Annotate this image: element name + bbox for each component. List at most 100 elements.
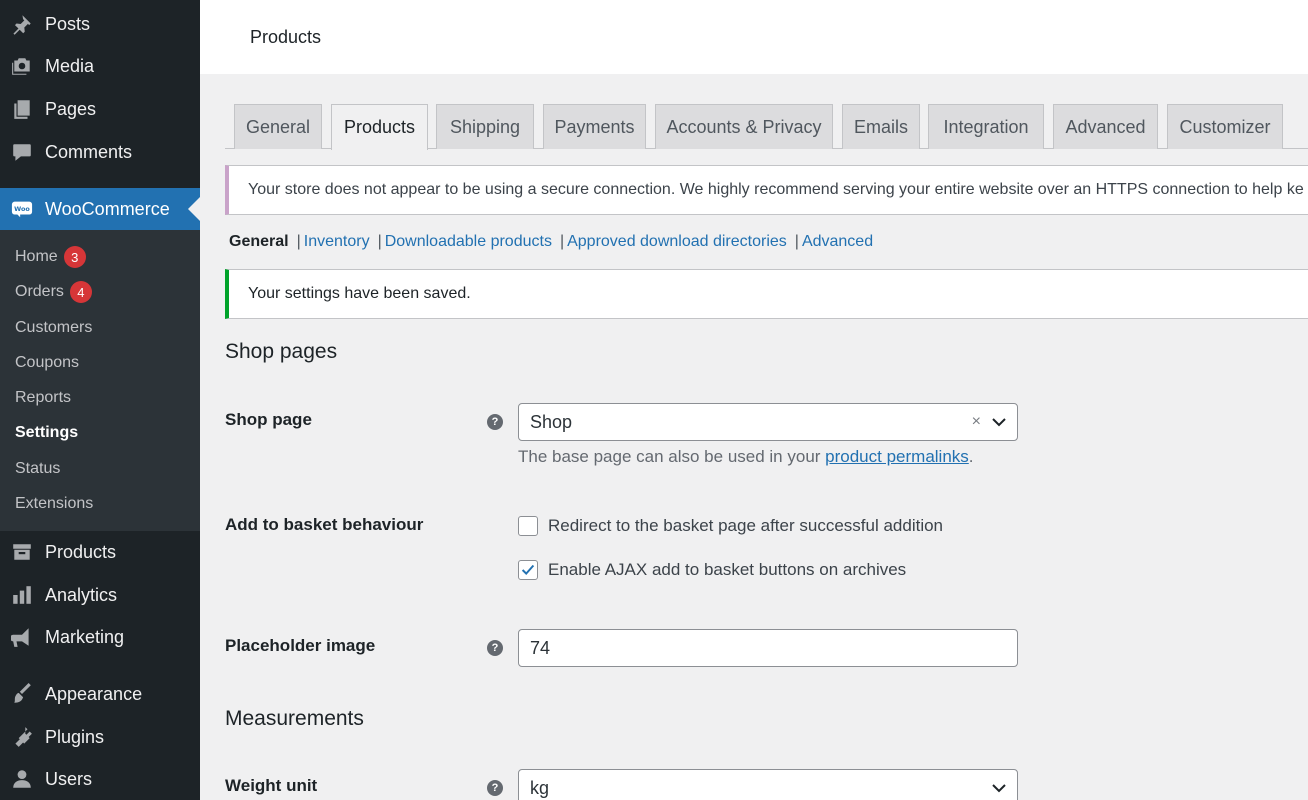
weight-unit-select[interactable]: kg (518, 769, 1018, 800)
submenu-status[interactable]: Status (15, 454, 60, 484)
home-count-badge: 3 (63, 246, 86, 268)
shop-page-select[interactable]: Shop × (518, 403, 1018, 441)
tab-advanced[interactable]: Advanced (1053, 104, 1158, 149)
https-warning-notice: Your store does not appear to be using a… (225, 165, 1308, 215)
help-icon[interactable]: ? (487, 640, 503, 656)
checkbox-label: Enable AJAX add to basket buttons on arc… (548, 560, 907, 579)
submenu-reports[interactable]: Reports (15, 383, 71, 413)
menu-label: Products (45, 541, 117, 562)
notice-text: Your store does not appear to be using a… (248, 181, 1304, 198)
menu-comments[interactable]: Comments (0, 131, 200, 173)
submenu-label: Reports (15, 389, 72, 406)
current-menu-arrow (188, 197, 200, 221)
placeholder-image-input[interactable] (518, 629, 1018, 667)
subnav-separator: | (377, 233, 382, 250)
subnav-advanced[interactable]: Advanced (802, 233, 873, 251)
tab-shipping[interactable]: Shipping (436, 104, 534, 149)
placeholder-image-label: Placeholder image (225, 636, 376, 655)
subnav-approved-download-directories[interactable]: Approved download directories (567, 233, 787, 251)
menu-label: Comments (45, 141, 133, 162)
submenu-label: Home (15, 248, 58, 265)
menu-marketing[interactable]: Marketing (0, 616, 200, 658)
tab-accounts-privacy[interactable]: Accounts & Privacy (655, 104, 833, 149)
orders-count-badge: 4 (69, 281, 92, 303)
tab-general[interactable]: General (234, 104, 322, 149)
product-permalinks-link[interactable]: product permalinks (825, 447, 969, 466)
user-icon (10, 767, 34, 791)
pages-icon (10, 97, 34, 121)
menu-label: Media (45, 55, 95, 76)
woo-icon: Woo (10, 197, 34, 221)
submenu-label: Customers (15, 319, 93, 336)
submenu-home[interactable]: Home 3 (15, 242, 86, 272)
settings-saved-notice: Your settings have been saved. (225, 269, 1308, 319)
ajax-basket-option[interactable]: Enable AJAX add to basket buttons on arc… (518, 559, 906, 581)
basket-behaviour-label: Add to basket behaviour (225, 515, 424, 534)
submenu-coupons[interactable]: Coupons (15, 348, 79, 378)
tab-emails[interactable]: Emails (842, 104, 920, 149)
tab-products[interactable]: Products (331, 104, 428, 150)
subnav-general[interactable]: General (229, 233, 289, 251)
admin-sidebar: Posts Media Pages Comments Woo WooCommer… (0, 0, 200, 800)
media-icon (10, 54, 34, 78)
menu-label: Pages (45, 98, 97, 119)
submenu-orders[interactable]: Orders 4 (15, 277, 92, 307)
desc-text: . (968, 447, 974, 466)
notice-text: Your settings have been saved. (248, 285, 471, 302)
menu-users[interactable]: Users (0, 758, 200, 800)
submenu-customers[interactable]: Customers (15, 313, 92, 343)
submenu-settings[interactable]: Settings (15, 418, 78, 448)
menu-label: WooCommerce (45, 198, 170, 219)
submenu-label: Settings (15, 424, 79, 441)
page-title: Products (250, 27, 322, 47)
section-subnav: General | Inventory | Downloadable produ… (229, 231, 873, 253)
settings-tabs: General Products Shipping Payments Accou… (225, 104, 1308, 150)
chevron-down-icon (992, 418, 1006, 427)
shop-page-label: Shop page (225, 410, 312, 429)
desc-text: The base page can also be used in your (518, 447, 826, 466)
menu-products[interactable]: Products (0, 531, 200, 573)
page-header: Products (200, 0, 1308, 74)
menu-plugins[interactable]: Plugins (0, 716, 200, 758)
clear-icon[interactable]: × (972, 413, 981, 431)
select-value: Shop (530, 411, 573, 432)
help-icon[interactable]: ? (487, 780, 503, 796)
menu-woocommerce[interactable]: Woo WooCommerce (0, 188, 200, 230)
checkmark-icon (521, 564, 535, 576)
tab-customizer[interactable]: Customizer (1167, 104, 1283, 149)
menu-label: Users (45, 768, 93, 789)
menu-media[interactable]: Media (0, 45, 200, 87)
redirect-basket-checkbox[interactable] (518, 516, 538, 536)
submenu-label: Extensions (15, 495, 94, 512)
select-value: kg (530, 777, 550, 798)
tab-payments[interactable]: Payments (543, 104, 646, 149)
section-heading-shop-pages: Shop pages (225, 340, 338, 363)
help-icon[interactable]: ? (487, 414, 503, 430)
subnav-separator: | (559, 233, 565, 250)
comment-icon (10, 140, 34, 164)
checkbox-label: Redirect to the basket page after succes… (548, 516, 944, 535)
subnav-separator: | (794, 233, 799, 250)
menu-label: Analytics (45, 584, 118, 605)
menu-pages[interactable]: Pages (0, 88, 200, 130)
tab-integration[interactable]: Integration (928, 104, 1044, 149)
woocommerce-submenu: Home 3 Orders 4 Customers Coupons Report… (0, 230, 200, 531)
chevron-down-icon (992, 784, 1006, 793)
svg-text:Woo: Woo (14, 205, 30, 213)
menu-posts[interactable]: Posts (0, 3, 200, 45)
menu-appearance[interactable]: Appearance (0, 673, 200, 715)
menu-label: Marketing (45, 626, 125, 647)
shop-page-description: The base page can also be used in your p… (518, 447, 974, 467)
ajax-basket-checkbox[interactable] (518, 560, 538, 580)
weight-unit-label: Weight unit (225, 776, 318, 795)
pin-icon (10, 12, 34, 36)
menu-label: Appearance (45, 683, 143, 704)
redirect-basket-option[interactable]: Redirect to the basket page after succes… (518, 515, 943, 537)
submenu-extensions[interactable]: Extensions (15, 489, 93, 519)
subnav-downloadable-products[interactable]: Downloadable products (385, 233, 552, 251)
submenu-label: Orders (15, 283, 64, 300)
section-heading-measurements: Measurements (225, 707, 364, 730)
menu-analytics[interactable]: Analytics (0, 574, 200, 616)
subnav-inventory[interactable]: Inventory (304, 233, 370, 251)
subnav-separator: | (296, 233, 301, 250)
